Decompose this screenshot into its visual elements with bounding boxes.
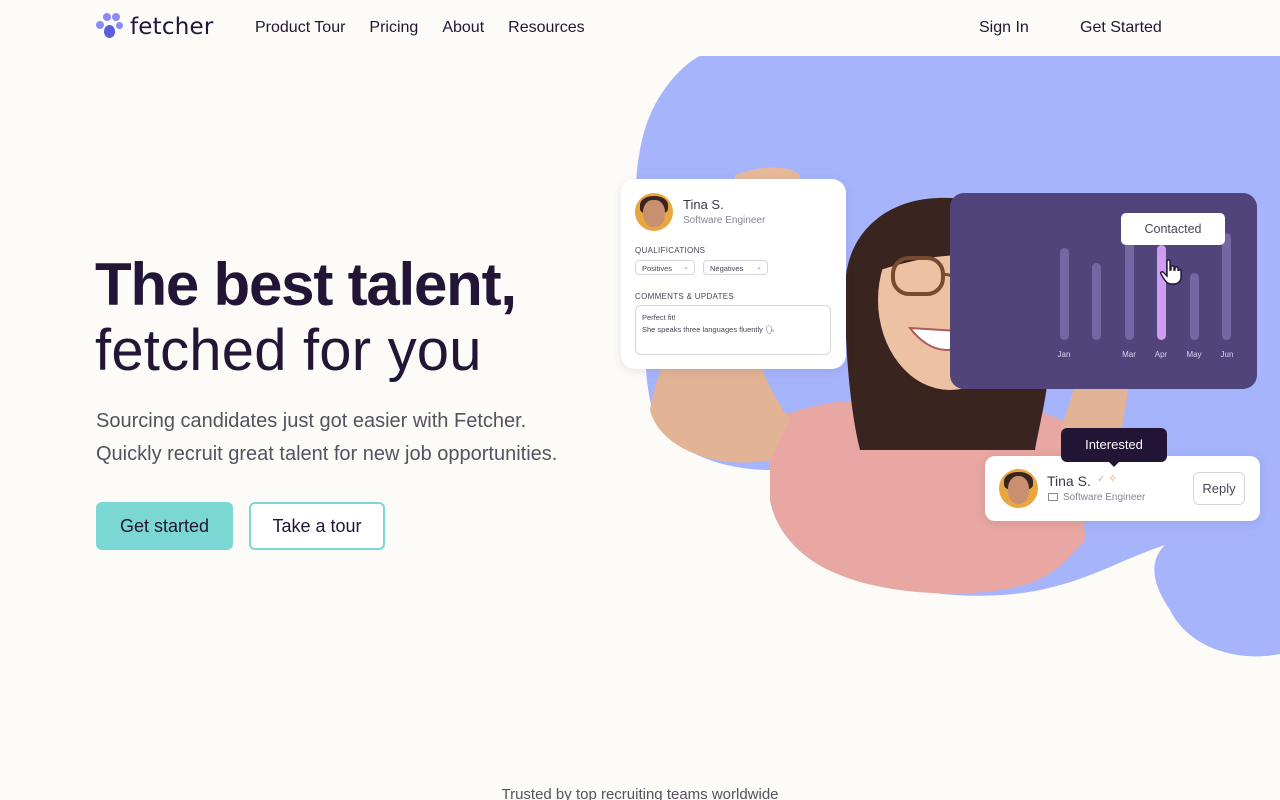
hero-subtitle-line1: Sourcing candidates just got easier with… (96, 410, 527, 432)
month-label: Jan (1057, 350, 1071, 359)
candidate-contact-card: Tina S. ✓ ✧ Software Engineer Reply (985, 456, 1260, 521)
chart-bar (1060, 248, 1069, 340)
comment-box[interactable]: Perfect fit! She speaks three languages … (635, 305, 831, 355)
comments-label: COMMENTS & UPDATES (635, 292, 735, 301)
chart-bar (1222, 233, 1231, 340)
month-label: Apr (1154, 350, 1168, 359)
trusted-by-heading: Trusted by top recruiting teams worldwid… (501, 786, 779, 800)
chevron-down-icon: ⌄ (683, 264, 689, 271)
month-label: May (1186, 350, 1202, 359)
negatives-dropdown[interactable]: Negatives ⌄ (703, 260, 768, 275)
candidate-name: Tina S. (1047, 473, 1091, 489)
chart-bar (1125, 233, 1134, 340)
hero-subtitle-line2: Quickly recruit great talent for new job… (96, 443, 558, 465)
candidate-avatar (999, 469, 1038, 508)
comment-line-1: Perfect fit! (642, 313, 676, 322)
month-label: Jun (1220, 350, 1234, 359)
folder-icon (1048, 493, 1058, 501)
candidate-role: Software Engineer (1063, 492, 1146, 503)
chart-bar (1092, 263, 1101, 340)
engagement-chart-card: Jan Mar Apr May Jun Contacted (950, 193, 1257, 389)
comment-line-2: She speaks three languages fluently 🗣 (642, 325, 775, 334)
interested-status-badge: Interested (1061, 428, 1167, 467)
contacted-tooltip: Contacted (1121, 213, 1225, 245)
hero-headline-line2: fetched for you (95, 318, 482, 383)
sparkle-icon: ✧ (1108, 473, 1118, 485)
reply-button[interactable]: Reply (1193, 472, 1245, 505)
chart-bar (1190, 273, 1199, 340)
candidate-avatar (635, 193, 673, 231)
chevron-down-icon: ⌄ (756, 264, 762, 271)
positives-label: Positives (642, 264, 673, 273)
qualifications-label: QUALIFICATIONS (635, 246, 706, 255)
verified-check-icon: ✓ (1097, 474, 1106, 485)
candidate-name: Tina S. (683, 197, 724, 212)
positives-dropdown[interactable]: Positives ⌄ (635, 260, 695, 275)
pointer-hand-icon (1160, 259, 1182, 285)
month-label: Mar (1122, 350, 1136, 359)
hero-headline-line1: The best talent, (95, 251, 517, 318)
negatives-label: Negatives (710, 264, 744, 273)
candidate-role: Software Engineer (683, 215, 766, 226)
get-started-button[interactable]: Get started (96, 502, 233, 550)
smiling-woman-photo (650, 167, 1147, 594)
candidate-profile-card: Tina S. Software Engineer QUALIFICATIONS… (621, 179, 846, 369)
take-a-tour-button[interactable]: Take a tour (249, 502, 385, 550)
